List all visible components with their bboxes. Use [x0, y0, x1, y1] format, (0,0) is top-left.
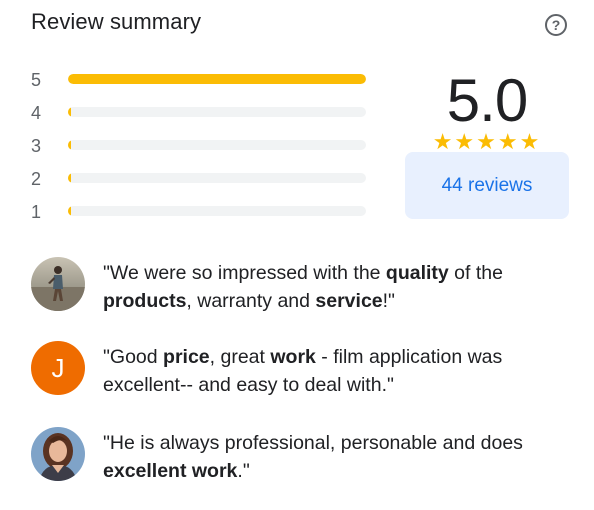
- snippet-text-part: of the: [448, 262, 503, 284]
- rating-bar-track: [68, 206, 366, 216]
- rating-bar-track: [68, 173, 366, 183]
- star-rating-icons: ★★★★★: [432, 129, 542, 154]
- rating-bar-label: 1: [31, 202, 42, 222]
- rating-bar-fill: [68, 107, 71, 117]
- rating-distribution: 5 4 3 2 1: [31, 68, 371, 233]
- review-snippet-text: "He is always professional, personable a…: [103, 429, 573, 485]
- review-snippet-text: "We were so impressed with the quality o…: [103, 259, 573, 315]
- rating-bar-track: [68, 74, 366, 84]
- average-rating: 5.0: [446, 67, 528, 134]
- highlighted-keyword: products: [103, 290, 187, 312]
- reviewer-avatar-letter: J: [31, 341, 85, 395]
- rating-bar-track: [68, 107, 366, 117]
- rating-bar-label: 2: [31, 169, 42, 189]
- rating-bar-label: 5: [31, 70, 42, 90]
- review-summary-title: Review summary: [31, 9, 202, 34]
- highlighted-keyword: quality: [385, 262, 449, 284]
- snippet-text-part: "We were so impressed with the: [103, 262, 386, 284]
- highlighted-keyword: service: [315, 290, 383, 312]
- rating-bar-track: [68, 140, 366, 150]
- review-snippet-text: "Good price, great work - film applicati…: [103, 343, 573, 399]
- review-summary-card: Review summary ? 5 4 3 2 1 5.0 ★★★★★ 44 revi…: [0, 0, 594, 510]
- rating-bar-row[interactable]: 2: [31, 167, 371, 200]
- rating-bar-row[interactable]: 4: [31, 101, 371, 134]
- snippet-text-part: !": [382, 290, 395, 312]
- rating-bar-label: 3: [31, 136, 42, 156]
- rating-bar-row[interactable]: 5: [31, 68, 371, 101]
- highlighted-keyword: excellent work: [103, 460, 238, 482]
- rating-bar-row[interactable]: 3: [31, 134, 371, 167]
- rating-bar-fill: [68, 173, 71, 183]
- snippet-text-part: "Good: [103, 346, 164, 368]
- rating-bar-fill: [68, 206, 71, 216]
- rating-bar-fill: [68, 74, 366, 84]
- highlighted-keyword: work: [270, 346, 316, 368]
- reviews-count-button[interactable]: 44 reviews: [405, 152, 569, 219]
- highlighted-keyword: price: [163, 346, 210, 368]
- help-circle-icon[interactable]: ?: [545, 14, 567, 36]
- reviewer-avatar-photo: [31, 427, 85, 481]
- rating-bar-row[interactable]: 1: [31, 200, 371, 233]
- snippet-text-part: .": [237, 460, 250, 482]
- snippet-text-part: , great: [209, 346, 271, 368]
- snippet-text-part: "He is always professional, personable a…: [103, 432, 523, 454]
- rating-bar-label: 4: [31, 103, 42, 123]
- reviewer-avatar-photo: [31, 257, 85, 311]
- rating-bar-fill: [68, 140, 71, 150]
- snippet-text-part: , warranty and: [186, 290, 316, 312]
